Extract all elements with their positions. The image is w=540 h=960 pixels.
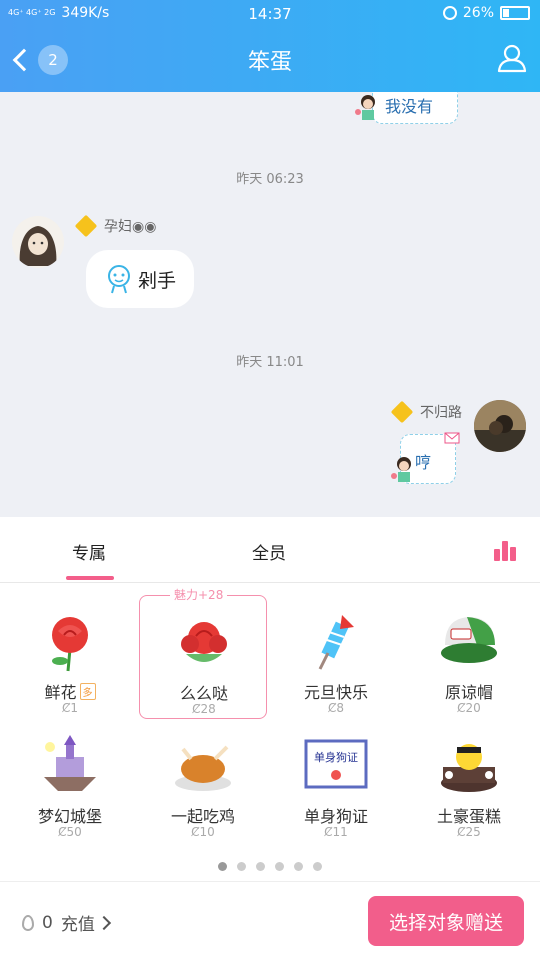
gift-price: 20 <box>465 701 481 715</box>
recharge-button[interactable]: 0 充值 <box>22 910 111 935</box>
gift-name: 一起吃鸡 <box>170 807 235 826</box>
certificate-icon: 单身狗证 <box>304 739 368 789</box>
ranking-icon[interactable] <box>494 541 516 561</box>
gift-name: 土豪蛋糕 <box>436 807 501 826</box>
roast-chicken-icon <box>175 745 231 791</box>
send-gift-button[interactable]: 选择对象赠送 <box>368 896 524 946</box>
recharge-label: 充值 <box>60 915 95 935</box>
multi-tag: 多 <box>79 683 96 700</box>
gift-price: 11 <box>332 825 348 839</box>
page-title: 笨蛋 <box>247 50 292 75</box>
page-dot[interactable] <box>294 862 303 871</box>
profile-icon[interactable] <box>496 42 528 74</box>
tab-all-members[interactable]: 全员 <box>252 539 286 564</box>
gift-tabs: 专属 全员 <box>0 517 540 583</box>
sticker-girl-icon <box>391 457 411 482</box>
gift-item-kiss[interactable]: 魅力+28 么么哒 Ȼ28 <box>139 586 267 719</box>
gift-name: 单身狗证 <box>303 807 368 826</box>
cake-icon <box>441 744 497 792</box>
timestamp: 昨天 06:23 <box>236 172 304 187</box>
gift-name: 梦幻城堡 <box>37 807 102 826</box>
chat-area[interactable]: 我没有 昨天 06:23 孕妇◉◉ 剁手 昨天 11:01 不归路 哼 <box>0 92 540 517</box>
page-dot[interactable] <box>218 862 227 871</box>
battery-percent: 26% <box>462 5 494 21</box>
gift-item-green-hat[interactable]: 原谅帽 Ȼ20 <box>405 595 533 719</box>
couple-photo-avatar <box>474 400 526 452</box>
sender-name: 不归路 <box>390 400 462 424</box>
gift-item-flower[interactable]: 鲜花多 Ȼ1 <box>6 595 134 719</box>
castle-icon <box>44 735 96 791</box>
gift-name: 鲜花 <box>44 683 77 702</box>
status-bar: 4G⁺ 4G⁺ 2G 349K/s 14:37 26% <box>0 0 540 28</box>
page-dot[interactable] <box>256 862 265 871</box>
tab-exclusive[interactable]: 专属 <box>72 539 106 564</box>
sticker-girl-icon <box>355 95 375 120</box>
status-right: 26% <box>442 5 530 21</box>
active-tab-indicator <box>66 576 114 580</box>
gift-item-new-year[interactable]: 元旦快乐 Ȼ8 <box>272 595 400 719</box>
rose-icon <box>52 617 88 672</box>
gift-price: 50 <box>66 825 82 839</box>
page-dot[interactable] <box>275 862 284 871</box>
page-dot[interactable] <box>313 862 322 871</box>
gift-price: 1 <box>70 701 79 715</box>
gift-panel: 专属 全员 鲜花多 Ȼ1 魅力+28 么么哒 Ȼ28 元旦快乐 Ȼ8 原谅帽 Ȼ… <box>0 517 540 960</box>
message-bubble[interactable]: 剁手 <box>86 250 194 308</box>
battery-icon <box>500 6 530 20</box>
gift-item-castle[interactable]: 梦幻城堡 Ȼ50 <box>6 719 134 843</box>
balance-value: 0 <box>42 912 53 933</box>
gift-footer: 0 充值 选择对象赠送 <box>0 881 540 960</box>
alarm-icon <box>442 6 457 20</box>
gift-price: 28 <box>200 702 216 716</box>
sticker-message[interactable]: 我没有 <box>372 92 458 124</box>
avatar[interactable] <box>474 400 526 452</box>
avatar[interactable] <box>12 216 64 268</box>
sticker-text: 我没有 <box>385 97 434 116</box>
sender-name: 孕妇◉◉ <box>74 214 156 238</box>
gift-item-rich-cake[interactable]: 土豪蛋糕 Ȼ25 <box>405 719 533 843</box>
firework-icon <box>318 615 354 670</box>
gift-name: 么么哒 <box>179 684 228 703</box>
hooded-avatar-icon <box>19 226 57 266</box>
message-text: 剁手 <box>138 270 177 292</box>
envelope-icon <box>444 432 460 444</box>
timestamp: 昨天 11:01 <box>236 355 304 370</box>
page-indicator <box>0 862 540 871</box>
gift-price: 8 <box>336 701 345 715</box>
chevron-right-icon <box>96 915 111 930</box>
gift-price: 25 <box>465 825 481 839</box>
gift-item-chicken[interactable]: 一起吃鸡 Ȼ10 <box>139 719 267 843</box>
coin-icon <box>22 914 34 931</box>
title-bar: 2 笨蛋 <box>0 28 540 92</box>
green-cap-icon <box>441 617 497 663</box>
charm-label: 魅力+28 <box>170 586 228 603</box>
gift-item-single-dog-cert[interactable]: 单身狗证 单身狗证 Ȼ11 <box>272 719 400 843</box>
emoji-face-icon <box>108 265 130 294</box>
gift-price: 10 <box>199 825 215 839</box>
rose-bouquet-icon <box>181 622 227 662</box>
vip-diamond-icon <box>390 400 414 424</box>
certificate-text: 单身狗证 <box>314 750 358 764</box>
vip-diamond-icon <box>74 214 98 238</box>
page-dot[interactable] <box>237 862 246 871</box>
gift-name: 元旦快乐 <box>303 683 368 702</box>
gift-name: 原谅帽 <box>444 683 493 702</box>
